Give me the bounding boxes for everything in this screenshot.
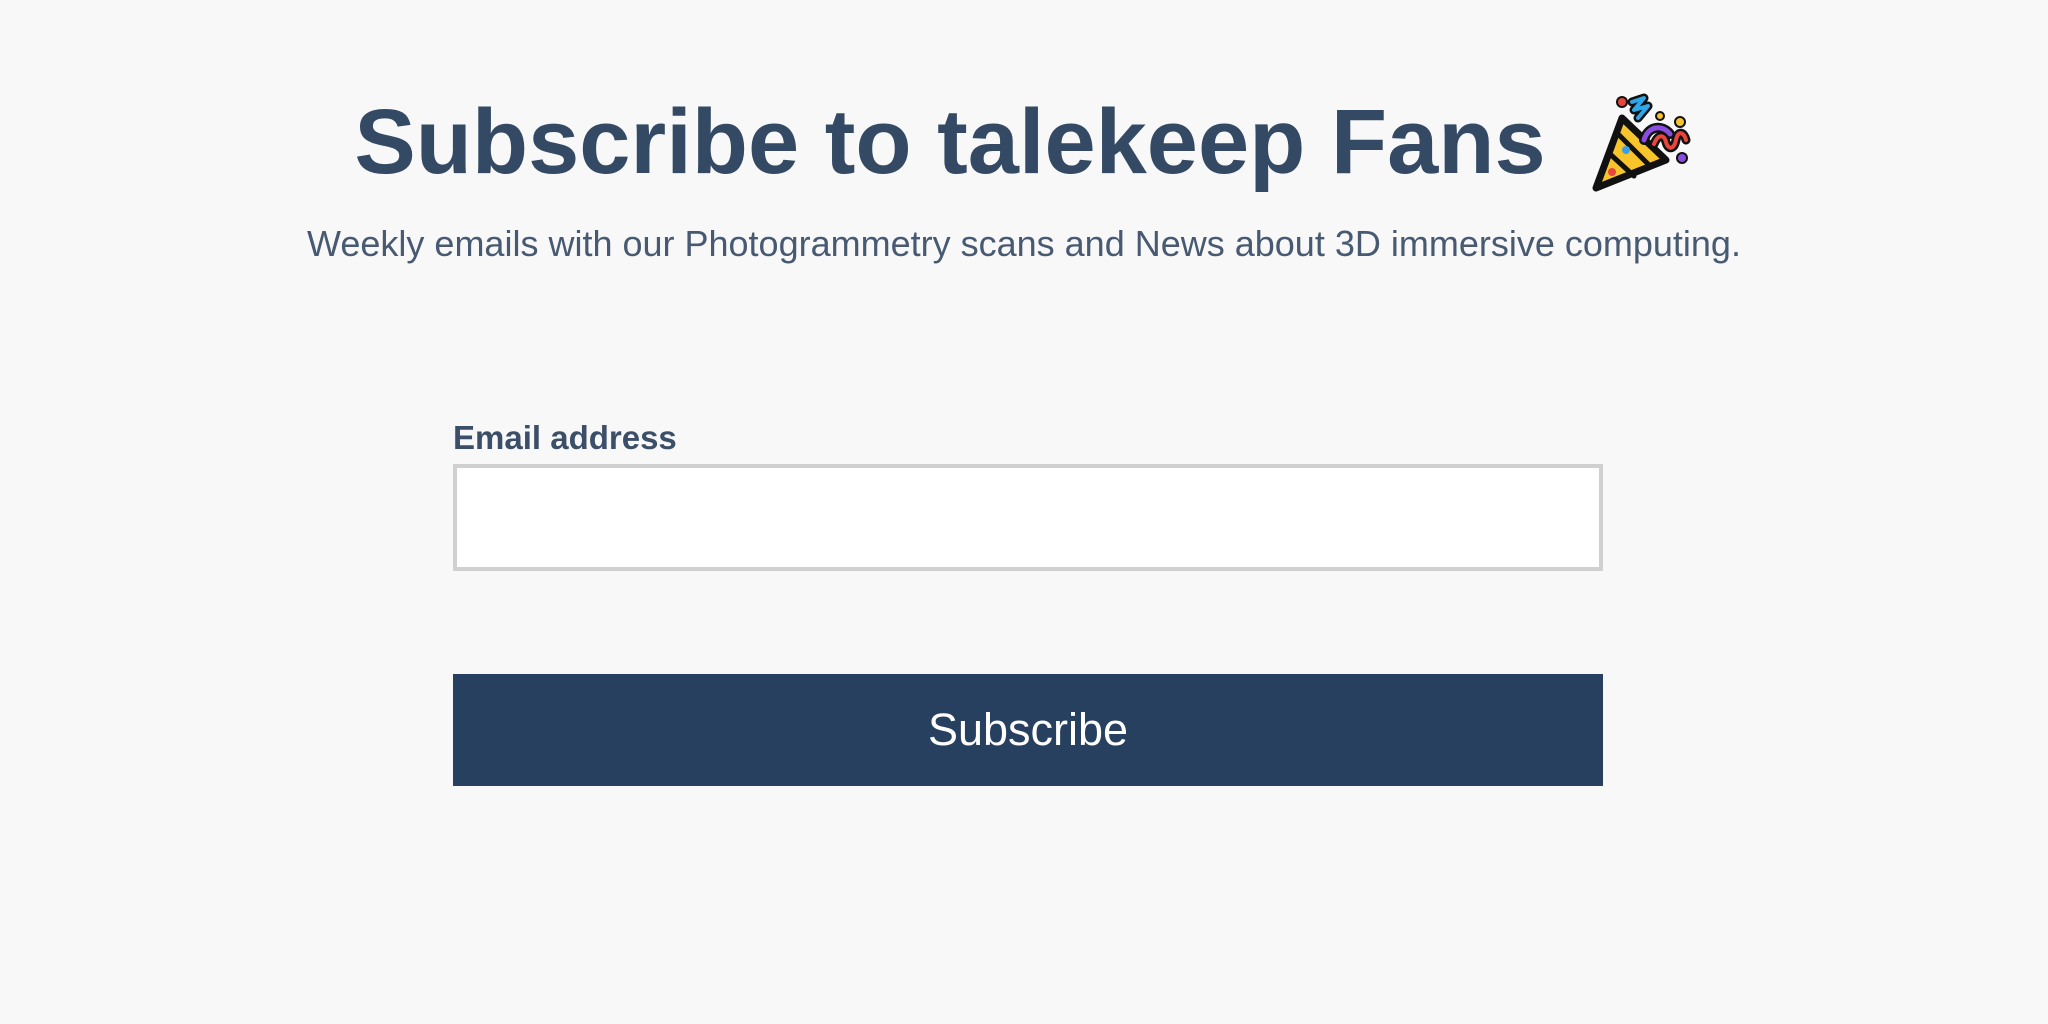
page-subtitle: Weekly emails with our Photogrammetry sc…: [307, 223, 1741, 264]
title-row: Subscribe to talekeep Fans: [0, 82, 2048, 202]
subscribe-page: Subscribe to talekeep Fans Weekly emails…: [0, 0, 2048, 1024]
page-title: Subscribe to talekeep Fans: [354, 91, 1546, 193]
email-field[interactable]: [453, 464, 1603, 571]
subscribe-form: Email address Subscribe: [453, 416, 1603, 786]
party-popper-icon: [1582, 88, 1694, 200]
subscribe-button[interactable]: Subscribe: [453, 674, 1603, 786]
email-label: Email address: [453, 419, 677, 456]
